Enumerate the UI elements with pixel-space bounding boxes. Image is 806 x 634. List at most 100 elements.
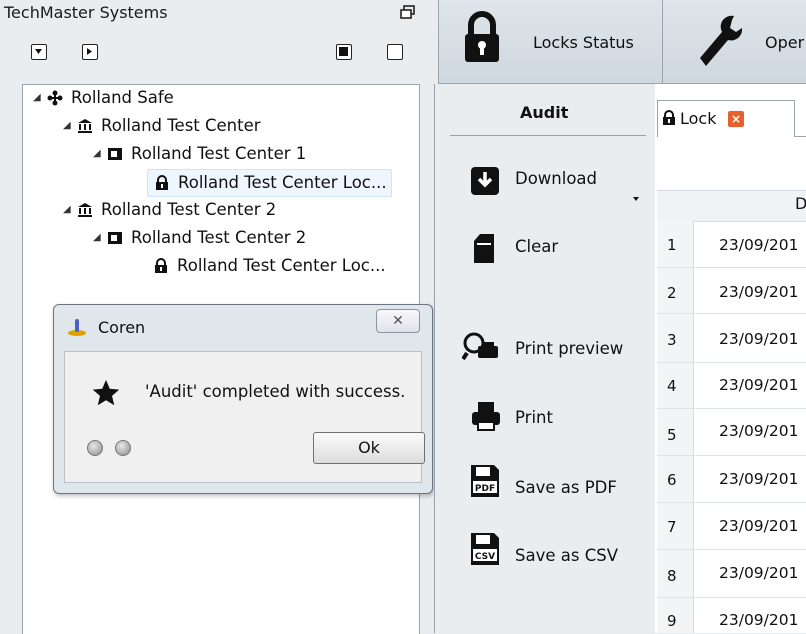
table-cell[interactable]: 23/09/201 <box>719 564 798 582</box>
tree-item-rolland-test-center-2[interactable]: ◢ Rolland Test Center 2 <box>63 197 276 223</box>
dialog-message: 'Audit' completed with success. <box>145 382 406 401</box>
save-as-csv-button[interactable]: CSV Save as CSV <box>470 532 618 566</box>
star-icon <box>91 378 121 408</box>
expand-arrow-icon[interactable]: ◢ <box>33 85 47 111</box>
row-number: 7 <box>667 518 677 536</box>
save-as-pdf-label: Save as PDF <box>515 478 617 497</box>
deselect-all-button[interactable] <box>387 44 403 60</box>
tab-close-button[interactable]: × <box>728 111 744 127</box>
tree-item-lock-1[interactable]: Rolland Test Center Loc... <box>147 169 392 197</box>
download-label: Download <box>515 169 598 188</box>
row-number: 3 <box>667 331 677 349</box>
svg-text:PDF: PDF <box>475 484 495 494</box>
tab-lock[interactable]: Lock × <box>657 100 795 137</box>
tree-item-label: Rolland Test Center 2 <box>101 200 277 219</box>
grid-header <box>657 190 806 222</box>
table-cell[interactable]: 23/09/201 <box>719 611 798 629</box>
row-number: 2 <box>667 284 677 302</box>
print-preview-label: Print preview <box>515 339 624 358</box>
expand-all-button[interactable] <box>82 44 98 60</box>
row-divider <box>657 455 806 456</box>
expand-arrow-icon[interactable]: ◢ <box>93 141 107 167</box>
collapse-all-button[interactable] <box>31 44 47 60</box>
row-divider <box>657 313 806 314</box>
row-divider <box>657 502 806 503</box>
bank-icon <box>77 202 93 218</box>
row-divider <box>657 597 806 598</box>
tree-item-label: Rolland Test Center 2 <box>131 228 307 247</box>
dialog-close-button[interactable]: ✕ <box>376 309 420 333</box>
tree-item-rolland-safe[interactable]: ◢ Rolland Safe <box>33 85 174 111</box>
tree-item-lock-2[interactable]: Rolland Test Center Loc... <box>153 253 386 279</box>
tree-item-rolland-test-center-1[interactable]: ◢ Rolland Test Center 1 <box>93 141 306 167</box>
expand-arrow-icon[interactable]: ◢ <box>63 113 77 139</box>
message-dialog: Coren ✕ 'Audit' completed with success. … <box>53 304 433 494</box>
table-cell[interactable]: 23/09/201 <box>719 376 798 394</box>
app-icon <box>66 317 88 337</box>
row-divider <box>657 362 806 363</box>
row-number: 1 <box>667 236 677 254</box>
restore-window-icon[interactable] <box>400 5 416 19</box>
download-button[interactable]: Download <box>470 166 597 196</box>
clear-icon <box>470 232 498 264</box>
row-number: 6 <box>667 471 677 489</box>
select-all-button[interactable] <box>336 44 352 60</box>
padlock-icon <box>463 10 501 64</box>
table-cell[interactable]: 23/09/201 <box>719 330 798 348</box>
dialog-title: Coren <box>98 318 146 337</box>
dropdown-arrow-icon[interactable] <box>632 196 640 202</box>
row-number: 9 <box>667 612 677 630</box>
table-cell[interactable]: 23/09/201 <box>719 283 798 301</box>
print-preview-icon <box>462 332 500 362</box>
locks-status-label: Locks Status <box>533 33 634 52</box>
row-divider <box>657 549 806 550</box>
expand-arrow-icon[interactable]: ◢ <box>93 225 107 251</box>
save-csv-icon: CSV <box>470 532 500 566</box>
svg-text:CSV: CSV <box>475 552 495 562</box>
audit-title: Audit <box>520 103 569 122</box>
network-icon <box>47 90 63 106</box>
tab-divider <box>795 136 806 137</box>
status-light-icon <box>87 440 103 456</box>
column-header-date[interactable]: D <box>795 194 806 213</box>
download-icon <box>470 166 500 196</box>
bank-icon <box>77 118 93 134</box>
printer-icon <box>470 400 502 432</box>
status-light-icon <box>115 440 131 456</box>
lock-icon <box>153 258 169 274</box>
save-pdf-icon: PDF <box>470 464 500 498</box>
panel-title: TechMaster Systems <box>4 3 168 22</box>
tree-item-rolland-test-center[interactable]: ◢ Rolland Test Center <box>63 113 261 139</box>
table-cell[interactable]: 23/09/201 <box>719 470 798 488</box>
tree-item-rolland-test-center-2-safe[interactable]: ◢ Rolland Test Center 2 <box>93 225 306 251</box>
expand-arrow-icon[interactable]: ◢ <box>63 197 77 223</box>
wrench-icon <box>694 12 744 70</box>
row-number: 8 <box>667 567 677 585</box>
audit-divider <box>450 135 646 136</box>
lock-icon <box>154 175 170 191</box>
tree-item-label: Rolland Test Center Loc... <box>178 173 387 192</box>
row-divider <box>657 408 806 409</box>
row-number: 4 <box>667 377 677 395</box>
tree-item-label: Rolland Test Center 1 <box>131 144 307 163</box>
save-as-csv-label: Save as CSV <box>515 546 618 565</box>
tree-item-label: Rolland Test Center Loc... <box>177 256 386 275</box>
ok-button[interactable]: Ok <box>313 432 425 464</box>
table-cell[interactable]: 23/09/201 <box>719 517 798 535</box>
print-button[interactable]: Print <box>470 400 553 432</box>
tree-item-label: Rolland Safe <box>71 88 174 107</box>
safe-icon <box>107 146 123 162</box>
table-cell[interactable]: 23/09/201 <box>719 236 798 254</box>
table-cell[interactable]: 23/09/201 <box>719 422 798 440</box>
save-as-pdf-button[interactable]: PDF Save as PDF <box>470 464 617 498</box>
clear-label: Clear <box>515 237 559 256</box>
clear-button[interactable]: Clear <box>470 232 558 264</box>
print-preview-button[interactable]: Print preview <box>462 332 623 362</box>
operations-label: Oper <box>765 33 805 52</box>
print-label: Print <box>515 408 553 427</box>
safe-icon <box>107 230 123 246</box>
row-number: 5 <box>667 426 677 444</box>
dialog-body: 'Audit' completed with success. Ok <box>64 351 425 483</box>
tab-label: Lock <box>680 109 717 128</box>
row-divider <box>657 267 806 268</box>
